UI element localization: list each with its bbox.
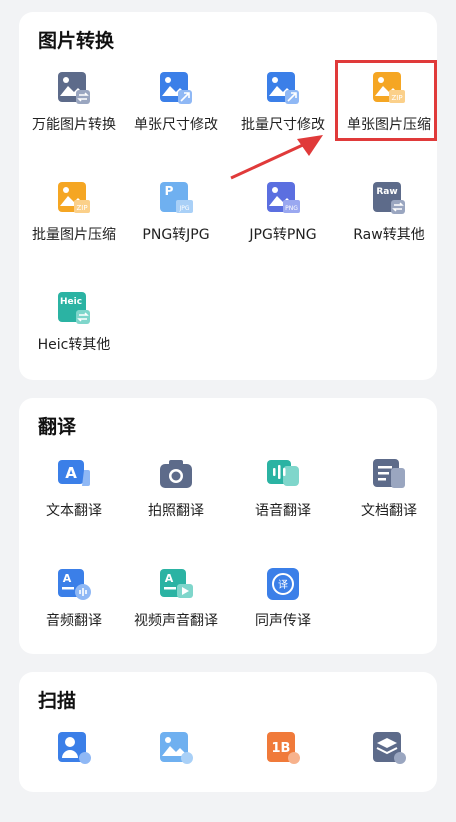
icon-letter: A — [65, 464, 77, 482]
icon-letter: 1B — [272, 741, 291, 756]
tool-label: Heic转其他 — [37, 337, 111, 353]
tool-layers-scan[interactable] — [334, 730, 444, 822]
layers-scan-icon — [373, 732, 406, 764]
jpg-to-png-icon: PNG — [267, 182, 300, 213]
tool-single-resize[interactable]: 单张尺寸修改 — [121, 70, 231, 162]
icon-letter: A — [165, 572, 174, 585]
tool-label: 单张尺寸修改 — [134, 117, 218, 133]
translate-section: 翻译 A 文本翻译 拍照翻译 语音翻译 文档翻译 A 音频翻译 A 视频声音翻译… — [19, 398, 437, 654]
icon-letter: P — [165, 184, 174, 198]
icon-letter: 译 — [278, 579, 288, 591]
raw-convert-icon: Raw — [373, 182, 405, 214]
icon-letter: A — [63, 572, 72, 585]
number-scan-icon: 1B — [267, 732, 300, 764]
section-title: 扫描 — [38, 690, 77, 712]
tool-document-translate[interactable]: 文档翻译 — [334, 456, 444, 548]
tool-image-scan[interactable] — [121, 730, 231, 822]
tool-voice-translate[interactable]: 语音翻译 — [228, 456, 338, 548]
camera-translate-icon — [160, 460, 192, 488]
tool-raw-convert[interactable]: Raw Raw转其他 — [334, 180, 444, 272]
text-translate-icon: A — [58, 460, 90, 486]
tool-video-translate[interactable]: A 视频声音翻译 — [121, 566, 231, 658]
tool-audio-translate[interactable]: A 音频翻译 — [19, 566, 129, 658]
image-scan-icon — [160, 732, 193, 764]
tool-universal-image-convert[interactable]: 万能图片转换 — [19, 70, 129, 162]
tool-label: 语音翻译 — [255, 503, 311, 519]
tool-label: 文档翻译 — [361, 503, 417, 519]
tool-label: JPG转PNG — [249, 227, 317, 243]
tool-png-to-jpg[interactable]: P JPG PNG转JPG — [121, 180, 231, 272]
jpg-badge-text: JPG — [178, 205, 189, 212]
tool-label: Raw转其他 — [353, 227, 425, 243]
tool-camera-translate[interactable]: 拍照翻译 — [121, 456, 231, 548]
heic-convert-icon: Heic — [58, 292, 90, 324]
id-scan-icon — [58, 732, 91, 764]
png-to-jpg-icon: P JPG — [160, 182, 193, 213]
image-convert-icon — [58, 72, 90, 104]
highlight-box — [335, 60, 437, 141]
icon-letter: Raw — [376, 187, 397, 197]
tool-label: 拍照翻译 — [148, 503, 204, 519]
tool-heic-convert[interactable]: Heic Heic转其他 — [19, 290, 129, 382]
tool-label: 同声传译 — [255, 613, 311, 629]
scan-section: 扫描 1B — [19, 672, 437, 792]
pointer-arrow-icon — [230, 135, 323, 180]
section-title: 翻译 — [38, 416, 77, 438]
simultaneous-interpret-icon: 译 — [267, 568, 299, 600]
batch-resize-icon — [267, 72, 299, 104]
batch-compress-icon: ZIP — [58, 182, 90, 213]
tool-id-scan[interactable] — [19, 730, 129, 822]
icon-letter: Heic — [60, 297, 82, 307]
tool-text-translate[interactable]: A 文本翻译 — [19, 456, 129, 548]
tool-jpg-to-png[interactable]: PNG JPG转PNG — [228, 180, 338, 272]
zip-badge-text: ZIP — [76, 204, 87, 212]
image-resize-icon — [160, 72, 192, 104]
tool-label: PNG转JPG — [142, 227, 210, 243]
audio-translate-icon: A — [58, 569, 91, 600]
tool-batch-compress[interactable]: ZIP 批量图片压缩 — [19, 180, 129, 272]
tool-simultaneous-interpret[interactable]: 译 同声传译 — [228, 566, 338, 658]
video-translate-icon: A — [160, 569, 193, 598]
png-badge-text: PNG — [285, 205, 298, 212]
tool-number-scan[interactable]: 1B — [228, 730, 338, 822]
document-translate-icon — [373, 459, 405, 488]
tool-label: 视频声音翻译 — [134, 613, 218, 629]
voice-translate-icon — [267, 460, 299, 486]
section-title: 图片转换 — [38, 30, 115, 52]
